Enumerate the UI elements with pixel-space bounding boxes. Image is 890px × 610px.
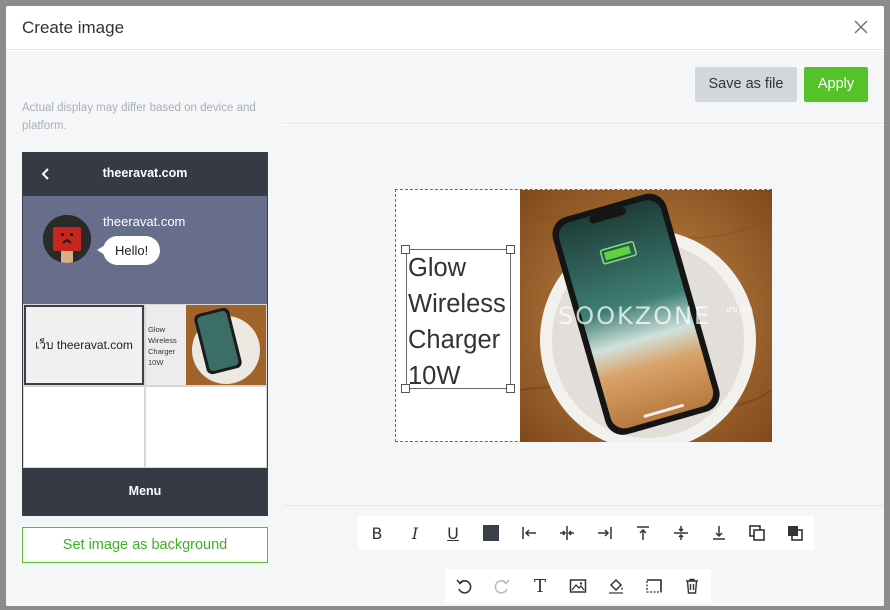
align-middle-tool[interactable] [662, 516, 700, 550]
align-middle-icon [674, 526, 688, 540]
text-icon: T [533, 575, 546, 597]
resize-handle-bottom-right[interactable] [506, 384, 515, 393]
text-line-3: Charger [408, 326, 501, 354]
charger-photo[interactable]: SOOKZONE สุข ซน [520, 190, 772, 442]
phone-preview: theeravat.com theeravat.com Hello! เว็บ … [22, 152, 268, 516]
edit-toolbar: T [445, 569, 711, 603]
add-image-tool[interactable] [559, 569, 597, 603]
send-backward-tool[interactable] [776, 516, 814, 550]
rich-menu-cell-4[interactable] [146, 387, 266, 467]
mini-text: Glow Wireless Charger 10W [148, 325, 177, 367]
set-background-button[interactable]: Set image as background [22, 527, 268, 563]
dialog-header: Create image [6, 6, 884, 50]
phone-header-title: theeravat.com [102, 166, 188, 180]
sender-name: theeravat.com [103, 214, 186, 229]
underline-tool[interactable]: U [434, 516, 472, 550]
align-left-icon [522, 527, 536, 539]
save-as-file-button[interactable]: Save as file [695, 67, 797, 102]
fill-color-tool[interactable] [597, 569, 635, 603]
resize-handle-top-left[interactable] [401, 245, 410, 254]
avatar [43, 215, 91, 263]
trash-icon [686, 578, 698, 594]
rich-menu-cell-3[interactable] [24, 387, 144, 467]
redo-icon [494, 579, 510, 594]
align-right-tool[interactable] [586, 516, 624, 550]
bring-forward-tool[interactable] [738, 516, 776, 550]
editor-topbar: Save as file Apply [284, 51, 884, 124]
chat-area: theeravat.com Hello! [23, 196, 267, 304]
align-bottom-icon [713, 526, 725, 540]
text-line-2: Wireless [408, 290, 506, 318]
align-center-tool[interactable] [548, 516, 586, 550]
canvas-text-box[interactable]: Glow Wireless Charger 10W [406, 249, 511, 390]
add-text-tool[interactable]: T [521, 569, 559, 603]
watermark-text: SOOKZONE [558, 302, 711, 330]
rich-menu-grid: เว็บ theeravat.com Glow Wireless Charger… [23, 304, 267, 468]
undo-tool[interactable] [445, 569, 483, 603]
text-line-1: Glow [408, 254, 467, 282]
phone-menu-bar[interactable]: Menu [23, 468, 267, 515]
redo-tool[interactable] [483, 569, 521, 603]
close-icon[interactable] [852, 18, 870, 36]
format-toolbar: B I U [358, 516, 814, 550]
delete-tool[interactable] [673, 569, 711, 603]
align-bottom-tool[interactable] [700, 516, 738, 550]
resize-handle-top-right[interactable] [506, 245, 515, 254]
color-tool[interactable] [472, 516, 510, 550]
rich-menu-cell-2[interactable]: Glow Wireless Charger 10W [146, 305, 266, 385]
editor-tools: B I U T [284, 505, 884, 606]
underline-icon: U [447, 523, 459, 543]
align-top-icon [637, 526, 649, 540]
text-line-4: 10W [408, 362, 461, 390]
paint-bucket-icon [609, 578, 623, 594]
align-right-icon [598, 527, 612, 539]
italic-tool[interactable]: I [396, 516, 434, 550]
display-note: Actual display may differ based on devic… [22, 102, 256, 132]
send-backward-icon [788, 526, 803, 541]
bold-tool[interactable]: B [358, 516, 396, 550]
image-canvas[interactable]: SOOKZONE สุข ซน Glow Wireless Charger 10… [395, 189, 772, 442]
crop-frame-icon [646, 579, 662, 593]
align-left-tool[interactable] [510, 516, 548, 550]
resize-handle-bottom-left[interactable] [401, 384, 410, 393]
align-center-icon [560, 526, 574, 540]
bring-forward-icon [749, 525, 765, 541]
mini-charger-image [186, 305, 266, 385]
editor-panel: Save as file Apply SOOKZONE สุข ซน Glow … [284, 51, 884, 606]
dialog-title: Create image [22, 18, 125, 37]
canvas-area: SOOKZONE สุข ซน Glow Wireless Charger 10… [284, 125, 884, 505]
phone-header: theeravat.com [23, 153, 267, 196]
align-top-tool[interactable] [624, 516, 662, 550]
italic-icon: I [411, 523, 419, 543]
apply-button[interactable]: Apply [804, 67, 868, 102]
preview-panel: Actual display may differ based on devic… [6, 51, 284, 606]
undo-icon [456, 579, 472, 594]
rich-menu-cell-1[interactable]: เว็บ theeravat.com [24, 305, 144, 385]
watermark-small: สุข ซน [726, 305, 753, 315]
message-bubble: Hello! [96, 236, 161, 265]
bold-icon: B [371, 523, 383, 543]
image-icon [569, 579, 587, 593]
color-swatch-icon [483, 525, 499, 541]
create-image-dialog: Create image Actual display may differ b… [6, 6, 884, 606]
crop-tool[interactable] [635, 569, 673, 603]
